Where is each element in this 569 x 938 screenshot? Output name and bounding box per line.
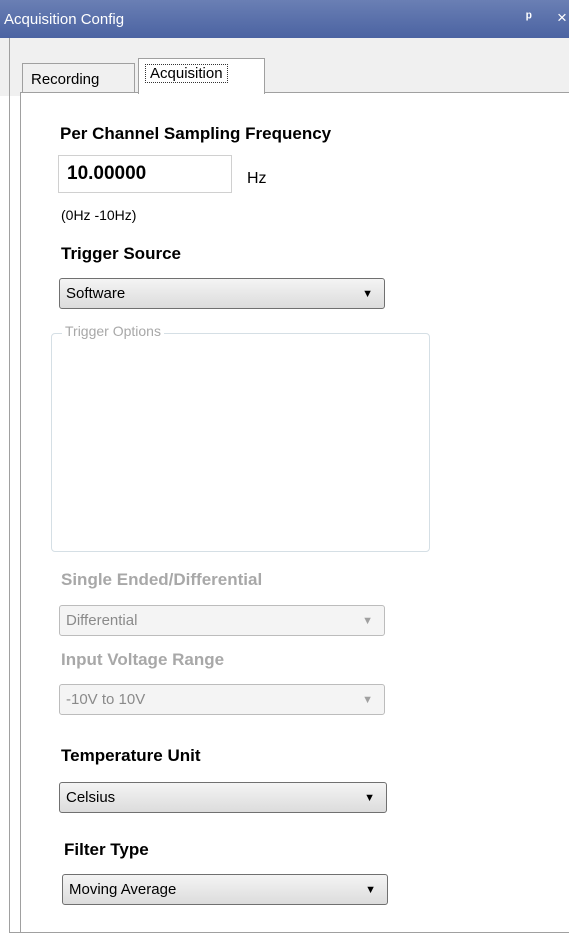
filter-type-value: Moving Average — [69, 881, 177, 898]
trigger-source-dropdown[interactable]: Software ▼ — [59, 278, 385, 309]
window-titlebar: Acquisition Config ᵖ × — [0, 0, 569, 38]
pin-icon[interactable]: ᵖ — [526, 9, 532, 26]
input-voltage-label: Input Voltage Range — [61, 650, 225, 669]
tab-recording[interactable]: Recording — [22, 63, 135, 92]
trigger-source-value: Software — [66, 285, 126, 302]
input-voltage-dropdown[interactable]: -10V to 10V ▼ — [59, 684, 385, 715]
trigger-options-title: Trigger Options — [62, 323, 164, 339]
single-ended-label: Single Ended/Differential — [61, 570, 263, 589]
sampling-frequency-label: Per Channel Sampling Frequency — [60, 124, 332, 143]
chevron-down-icon: ▼ — [362, 615, 373, 627]
chevron-down-icon: ▼ — [365, 884, 376, 896]
chevron-down-icon: ▼ — [362, 694, 373, 706]
frame-border — [9, 38, 10, 933]
sampling-frequency-unit: Hz — [247, 170, 267, 187]
temperature-unit-label: Temperature Unit — [61, 746, 201, 765]
sampling-frequency-input[interactable]: 10.00000 — [58, 155, 232, 193]
window-title: Acquisition Config — [4, 11, 125, 28]
filter-type-dropdown[interactable]: Moving Average ▼ — [62, 874, 388, 905]
trigger-source-label: Trigger Source — [61, 244, 181, 263]
trigger-options-group — [51, 333, 430, 552]
single-ended-value: Differential — [66, 612, 138, 629]
frame-bottom-border — [9, 932, 569, 933]
chevron-down-icon: ▼ — [362, 288, 373, 300]
filter-type-label: Filter Type — [64, 840, 149, 859]
chevron-down-icon: ▼ — [364, 792, 375, 804]
tab-recording-label: Recording — [31, 71, 100, 88]
sampling-frequency-range: (0Hz -10Hz) — [61, 207, 137, 223]
tab-acquisition[interactable]: Acquisition — [138, 58, 265, 94]
close-icon[interactable]: × — [557, 8, 567, 28]
temperature-unit-value: Celsius — [66, 789, 116, 806]
input-voltage-value: -10V to 10V — [66, 691, 146, 708]
tab-acquisition-label: Acquisition — [145, 64, 228, 83]
temperature-unit-dropdown[interactable]: Celsius ▼ — [59, 782, 387, 813]
single-ended-dropdown[interactable]: Differential ▼ — [59, 605, 385, 636]
